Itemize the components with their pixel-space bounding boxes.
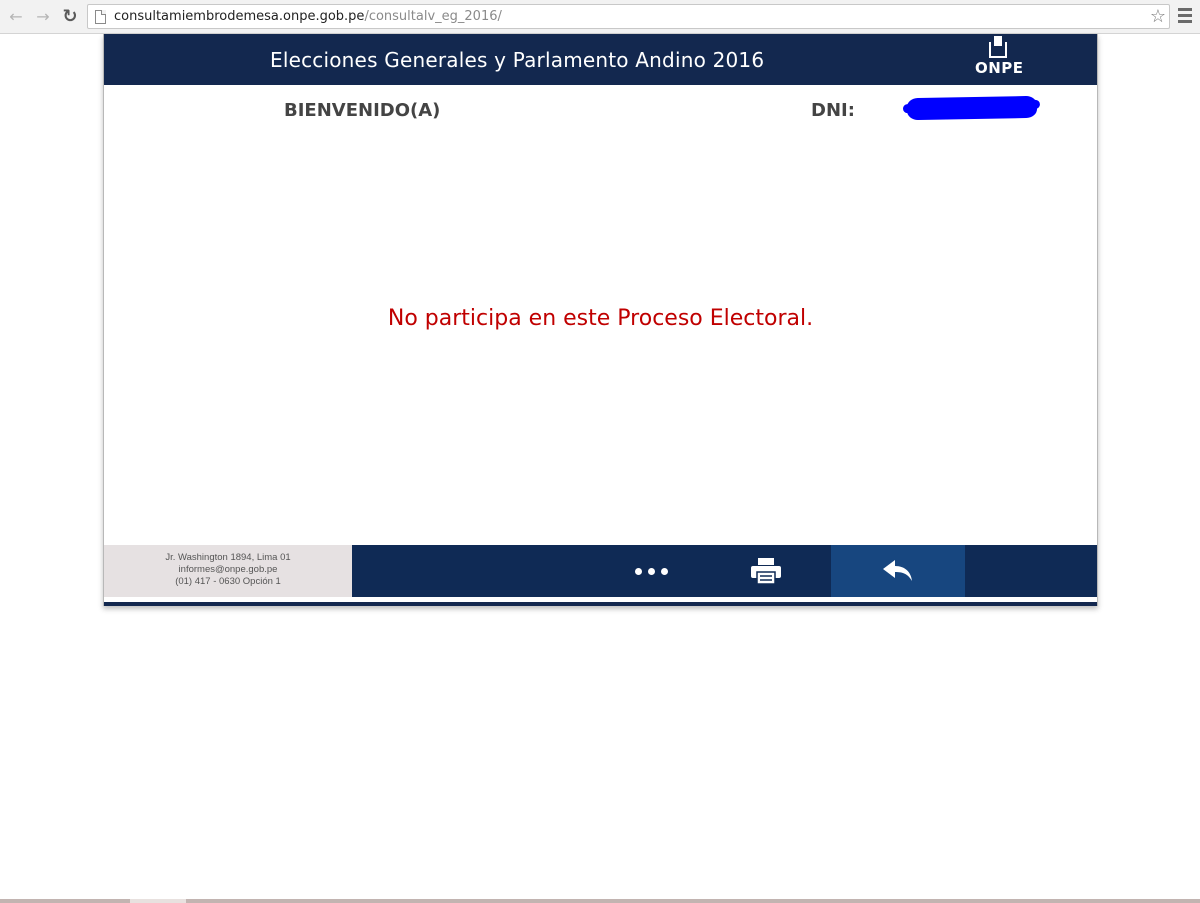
- reload-icon[interactable]: ↻: [60, 6, 80, 27]
- url-path: /consultalv_eg_2016/: [364, 9, 502, 24]
- phone-text: (01) 417 - 0630 Opción 1: [175, 576, 281, 587]
- footer-bottom-line: [104, 602, 1097, 606]
- page-card: Elecciones Generales y Parlamento Andino…: [103, 34, 1098, 606]
- ballot-box-icon: [989, 36, 1007, 58]
- bookmark-star-icon[interactable]: ☆: [1150, 6, 1166, 27]
- page-title: Elecciones Generales y Parlamento Andino…: [270, 48, 765, 72]
- page-header: Elecciones Generales y Parlamento Andino…: [104, 34, 1097, 85]
- print-button[interactable]: [701, 545, 831, 597]
- status-message: No participa en este Proceso Electoral.: [387, 306, 814, 331]
- page-footer: Jr. Washington 1894, Lima 01 informes@on…: [104, 545, 1097, 597]
- printer-icon: [751, 558, 781, 584]
- logo-text: ONPE: [975, 59, 1024, 77]
- back-arrow-icon[interactable]: ←: [6, 6, 26, 26]
- address-bar[interactable]: consultamiembrodemesa.onpe.gob.pe/consul…: [87, 4, 1170, 29]
- welcome-label: BIENVENIDO(A): [284, 100, 441, 121]
- more-options-button[interactable]: [601, 545, 701, 597]
- forward-arrow-icon[interactable]: →: [33, 6, 53, 26]
- email-text: informes@onpe.gob.pe: [178, 564, 278, 575]
- browser-toolbar: ← → ↻ consultamiembrodemesa.onpe.gob.pe/…: [0, 0, 1200, 34]
- contact-info: Jr. Washington 1894, Lima 01 informes@on…: [104, 545, 352, 597]
- address-text: Jr. Washington 1894, Lima 01: [165, 552, 291, 563]
- url-host: consultamiembrodemesa.onpe.gob.pe: [114, 9, 365, 24]
- dni-label: DNI:: [811, 100, 855, 121]
- browser-menu-icon[interactable]: [1178, 8, 1192, 24]
- dni-redacted-value: [906, 95, 1038, 121]
- url-text[interactable]: consultamiembrodemesa.onpe.gob.pe/consul…: [114, 9, 502, 24]
- taskbar-tab: [130, 899, 186, 903]
- page-icon: [95, 10, 106, 24]
- back-button[interactable]: [831, 545, 965, 597]
- reply-back-icon: [883, 560, 912, 581]
- more-dots-icon: [634, 567, 642, 575]
- onpe-logo: ONPE: [975, 36, 1025, 78]
